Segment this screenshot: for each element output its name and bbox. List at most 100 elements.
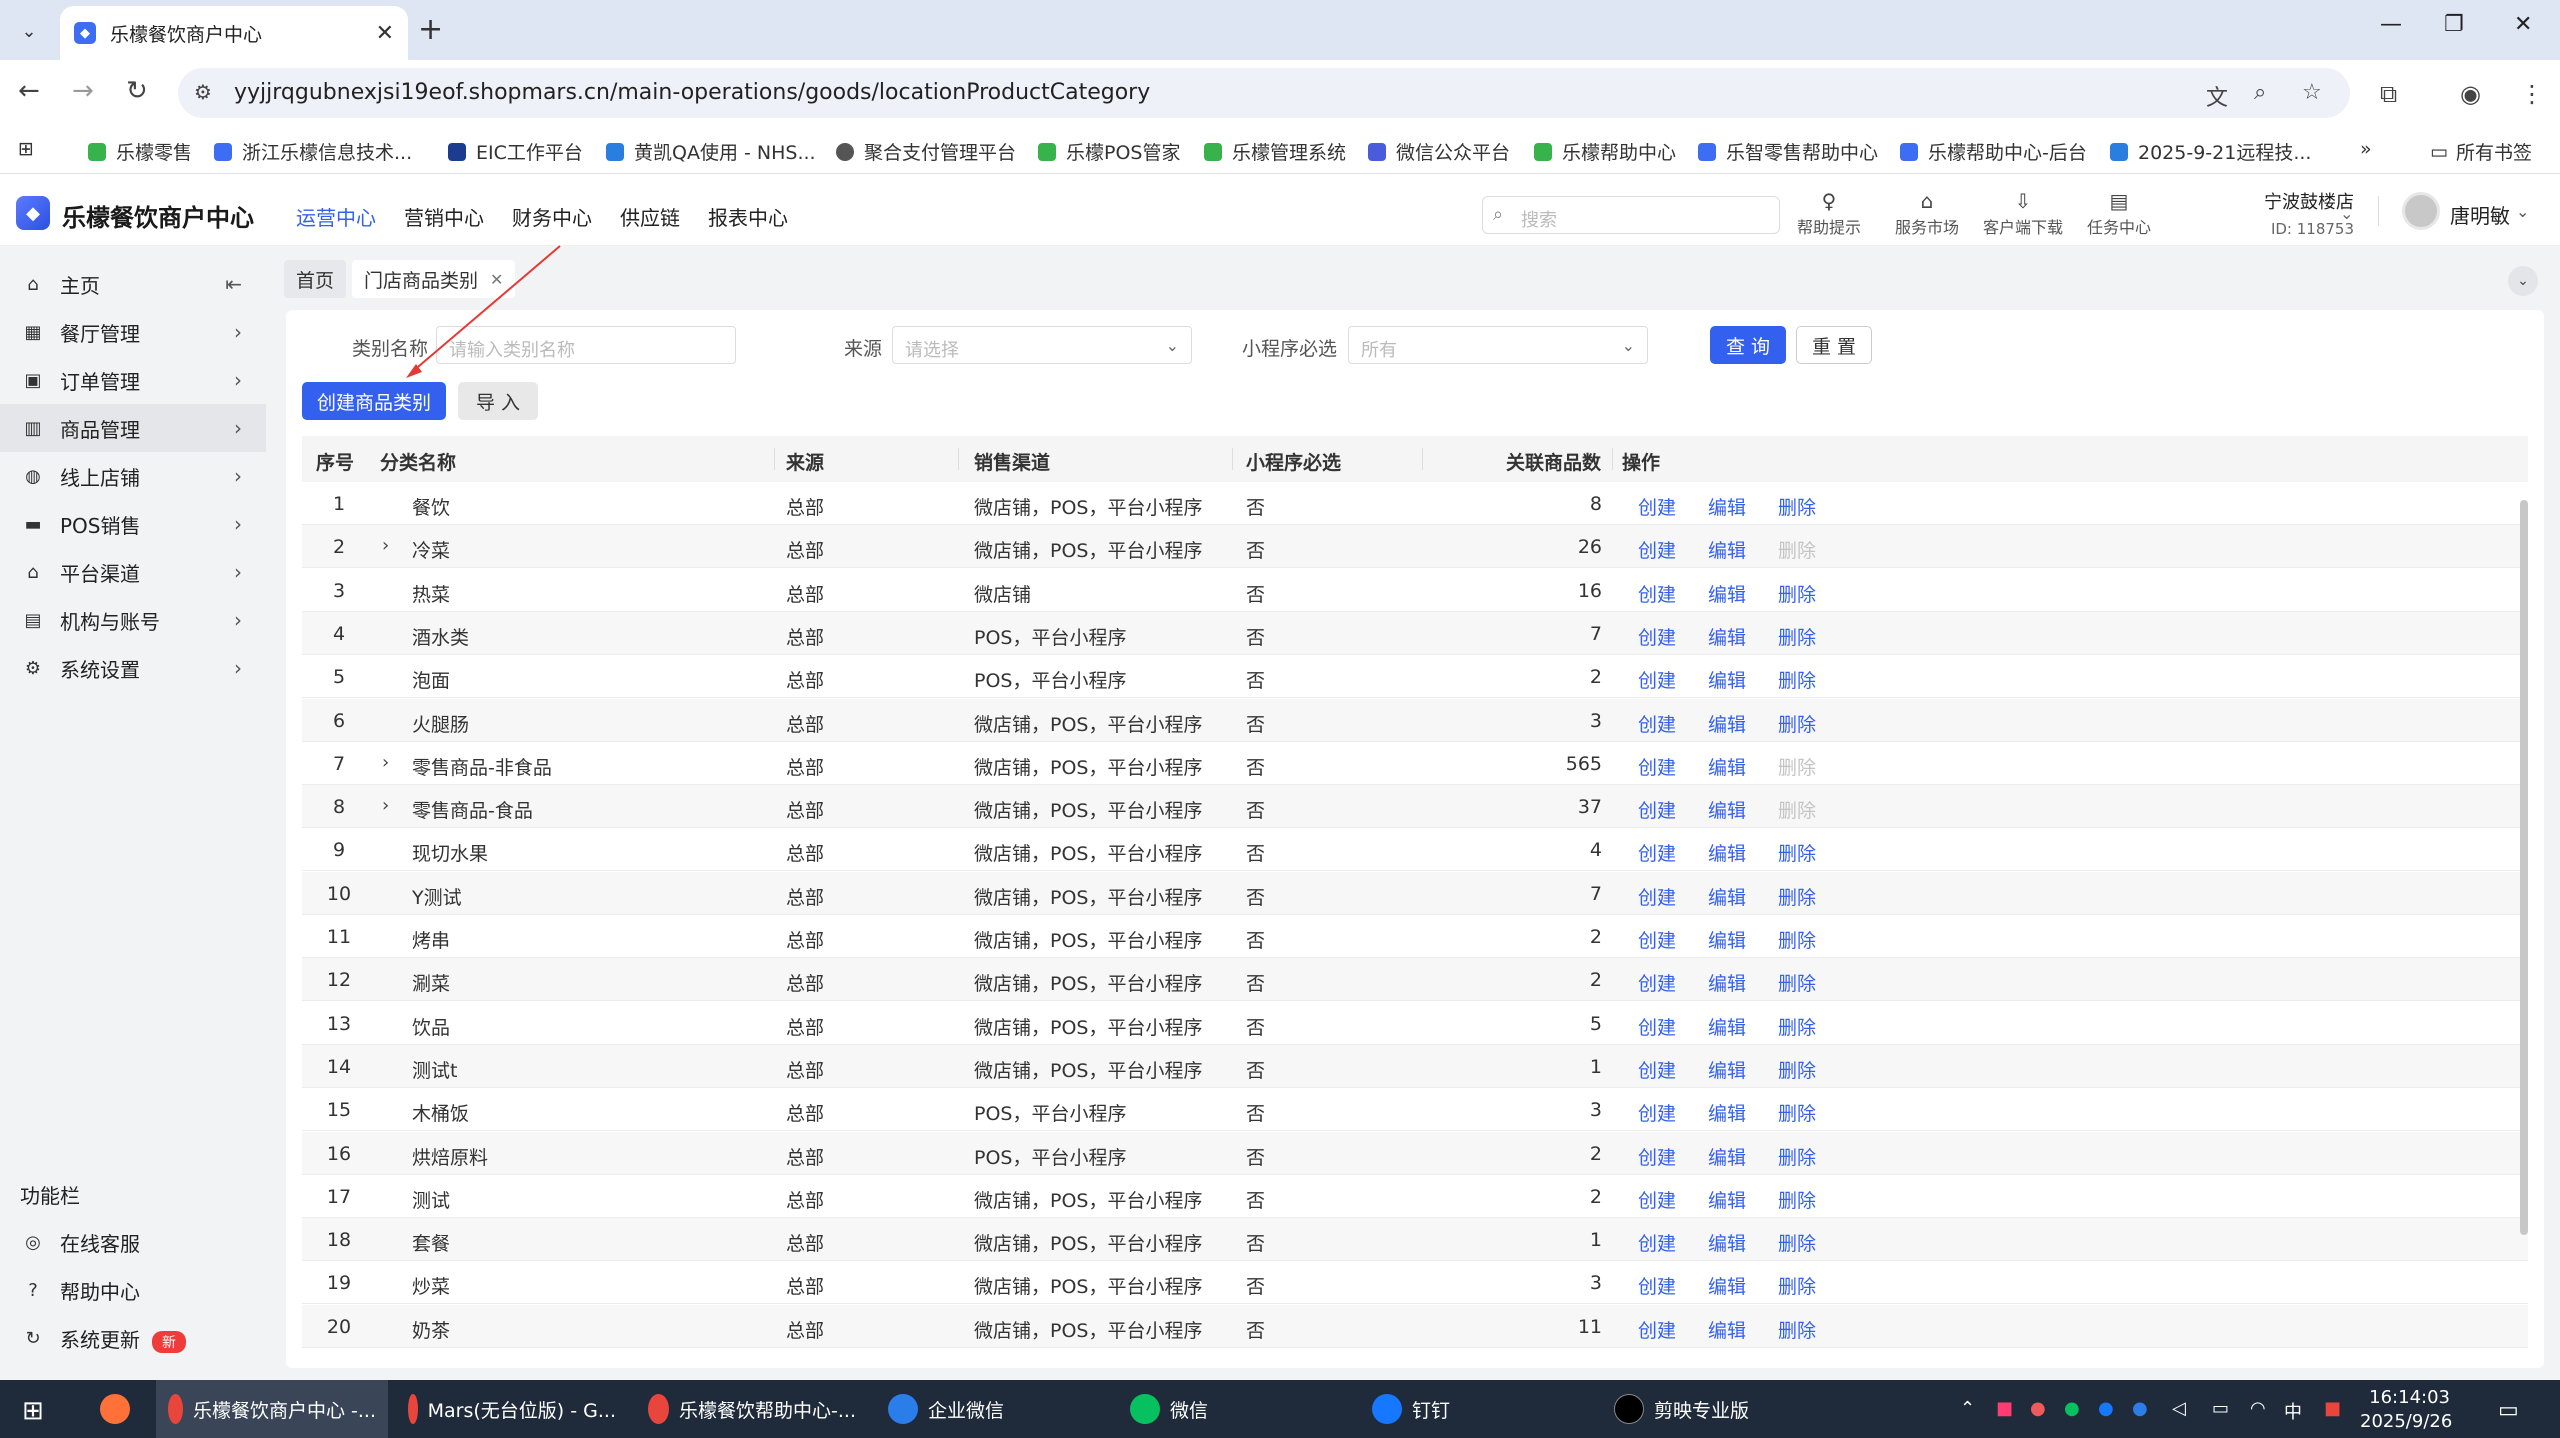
tray-app-icon[interactable]: ■ [1996,1398,2013,1419]
delete-link[interactable]: 删除 [1778,1099,1816,1126]
edit-link[interactable]: 编辑 [1708,1056,1746,1083]
create-link[interactable]: 创建 [1638,1186,1676,1213]
sidebar-item-restaurant[interactable]: ▦ 餐厅管理 › [0,308,266,356]
client-download-button[interactable]: ⇩ 客户端下载 [1978,190,2068,238]
sidebar-item-orders[interactable]: ▣ 订单管理 › [0,356,266,404]
edit-link[interactable]: 编辑 [1708,1013,1746,1040]
bookmark-item[interactable]: 2025-9-21远程技... [2110,138,2311,165]
create-link[interactable]: 创建 [1638,580,1676,607]
reset-button[interactable]: 重 置 [1796,326,1872,364]
input-language[interactable]: 中 [2284,1398,2302,1424]
bookmark-item[interactable]: 乐智零售帮助中心 [1698,138,1878,165]
bookmark-item[interactable]: EIC工作平台 [448,138,583,165]
edit-link[interactable]: 编辑 [1708,1099,1746,1126]
restore-icon[interactable]: ❐ [2444,12,2464,37]
create-link[interactable]: 创建 [1638,883,1676,910]
edit-link[interactable]: 编辑 [1708,796,1746,823]
sidebar-item-channels[interactable]: ⌂ 平台渠道 › [0,548,266,596]
sidebar-tool-update[interactable]: ↻ 系统更新新 [0,1314,266,1362]
edit-link[interactable]: 编辑 [1708,623,1746,650]
bookmark-item[interactable]: 浙江乐檬信息技术... [214,138,412,165]
create-link[interactable]: 创建 [1638,969,1676,996]
collapse-sidebar-icon[interactable]: ⇤ [225,272,242,296]
sidebar-tool-online-service[interactable]: ◎ 在线客服 [0,1218,266,1266]
all-bookmarks[interactable]: ▭ 所有书签 [2430,138,2532,165]
edit-link[interactable]: 编辑 [1708,1316,1746,1343]
minimize-icon[interactable]: — [2380,12,2402,37]
help-tips-button[interactable]: ♀ 帮助提示 [1784,190,1874,238]
sidebar-item-goods[interactable]: ▥ 商品管理 › [0,404,266,452]
edit-link[interactable]: 编辑 [1708,926,1746,953]
sidebar-item-accounts[interactable]: ▤ 机构与账号 › [0,596,266,644]
delete-link[interactable]: 删除 [1778,1272,1816,1299]
reload-icon[interactable]: ↻ [126,76,148,106]
close-tab-icon[interactable]: ✕ [376,21,394,46]
bookmark-item[interactable]: 黄凯QA使用 - NHS... [606,138,816,165]
tag-home[interactable]: 首页 [284,260,347,298]
topnav-finance[interactable]: 财务中心 [512,202,592,231]
tab-search-dropdown-icon[interactable]: ⌄ [12,14,46,48]
create-link[interactable]: 创建 [1638,710,1676,737]
delete-link[interactable]: 删除 [1778,1013,1816,1040]
edit-link[interactable]: 编辑 [1708,1186,1746,1213]
create-link[interactable]: 创建 [1638,1056,1676,1083]
bookmark-item[interactable]: 乐檬帮助中心 [1534,138,1676,165]
delete-link[interactable]: 删除 [1778,580,1816,607]
create-link[interactable]: 创建 [1638,1316,1676,1343]
create-link[interactable]: 创建 [1638,666,1676,693]
bookmark-item[interactable]: 乐檬零售 [88,138,192,165]
system-clock[interactable]: 16:14:03 2025/9/26 [2360,1386,2452,1434]
tray-expand-icon[interactable]: ⌃ [1960,1398,1975,1419]
battery-icon[interactable]: ▭ [2212,1398,2229,1419]
edit-link[interactable]: 编辑 [1708,580,1746,607]
chevron-down-icon[interactable]: ⌄ [2340,204,2353,223]
bookmark-star-icon[interactable]: ☆ [2302,80,2322,105]
volume-icon[interactable]: ◁ [2172,1398,2186,1419]
delete-link[interactable]: 删除 [1778,1316,1816,1343]
user-name[interactable]: 唐明敏 [2450,200,2510,229]
edit-link[interactable]: 编辑 [1708,753,1746,780]
delete-link[interactable]: 删除 [1778,1143,1816,1170]
create-link[interactable]: 创建 [1638,623,1676,650]
taskbar-app[interactable]: 微信 [1118,1380,1350,1438]
bookmark-item[interactable]: 乐檬帮助中心-后台 [1900,138,2087,165]
delete-link[interactable]: 删除 [1778,493,1816,520]
chevron-down-icon[interactable]: ⌄ [2508,266,2538,296]
edit-link[interactable]: 编辑 [1708,666,1746,693]
tray-wechat-icon[interactable]: ● [2064,1398,2080,1419]
edit-link[interactable]: 编辑 [1708,969,1746,996]
expand-chevron-icon[interactable]: › [382,535,389,556]
create-link[interactable]: 创建 [1638,1143,1676,1170]
create-link[interactable]: 创建 [1638,1229,1676,1256]
taskbar-app[interactable]: 乐檬餐饮帮助中心-... [636,1380,868,1438]
back-icon[interactable]: ← [18,76,40,106]
browser-tab-active[interactable]: ◆ 乐檬餐饮商户中心 ✕ [60,6,408,60]
delete-link[interactable]: 删除 [1778,1186,1816,1213]
create-link[interactable]: 创建 [1638,753,1676,780]
task-center-button[interactable]: ▤ 任务中心 [2074,190,2164,238]
edit-link[interactable]: 编辑 [1708,710,1746,737]
delete-link[interactable]: 删除 [1778,710,1816,737]
expand-chevron-icon[interactable]: › [382,752,389,773]
expand-chevron-icon[interactable]: › [382,795,389,816]
topnav-reports[interactable]: 报表中心 [708,202,788,231]
topnav-supply[interactable]: 供应链 [620,202,680,231]
create-category-button[interactable]: 创建商品类别 [302,382,446,420]
omnibox[interactable]: ⚙ yyjjrqgubnexjsi19eof.shopmars.cn/main-… [178,68,2350,118]
delete-link[interactable]: 删除 [1778,969,1816,996]
tag-current[interactable]: 门店商品类别 ✕ [352,260,516,298]
service-market-button[interactable]: ⌂ 服务市场 [1882,190,1972,238]
import-button[interactable]: 导 入 [458,382,538,420]
edit-link[interactable]: 编辑 [1708,1229,1746,1256]
menu-kebab-icon[interactable]: ⋮ [2520,80,2544,108]
create-link[interactable]: 创建 [1638,1272,1676,1299]
create-link[interactable]: 创建 [1638,1099,1676,1126]
delete-link[interactable]: 删除 [1778,1056,1816,1083]
taskbar-firefox[interactable] [88,1380,152,1438]
taskbar-app[interactable]: 剪映专业版 [1602,1380,1834,1438]
avatar[interactable] [2402,192,2440,230]
taskbar-app[interactable]: 企业微信 [876,1380,1108,1438]
header-search-input[interactable]: ⌕ 搜索 [1482,196,1780,234]
bookmarks-overflow-icon[interactable]: » [2360,138,2372,160]
category-name-input[interactable]: 请输入类别名称 [436,326,736,364]
